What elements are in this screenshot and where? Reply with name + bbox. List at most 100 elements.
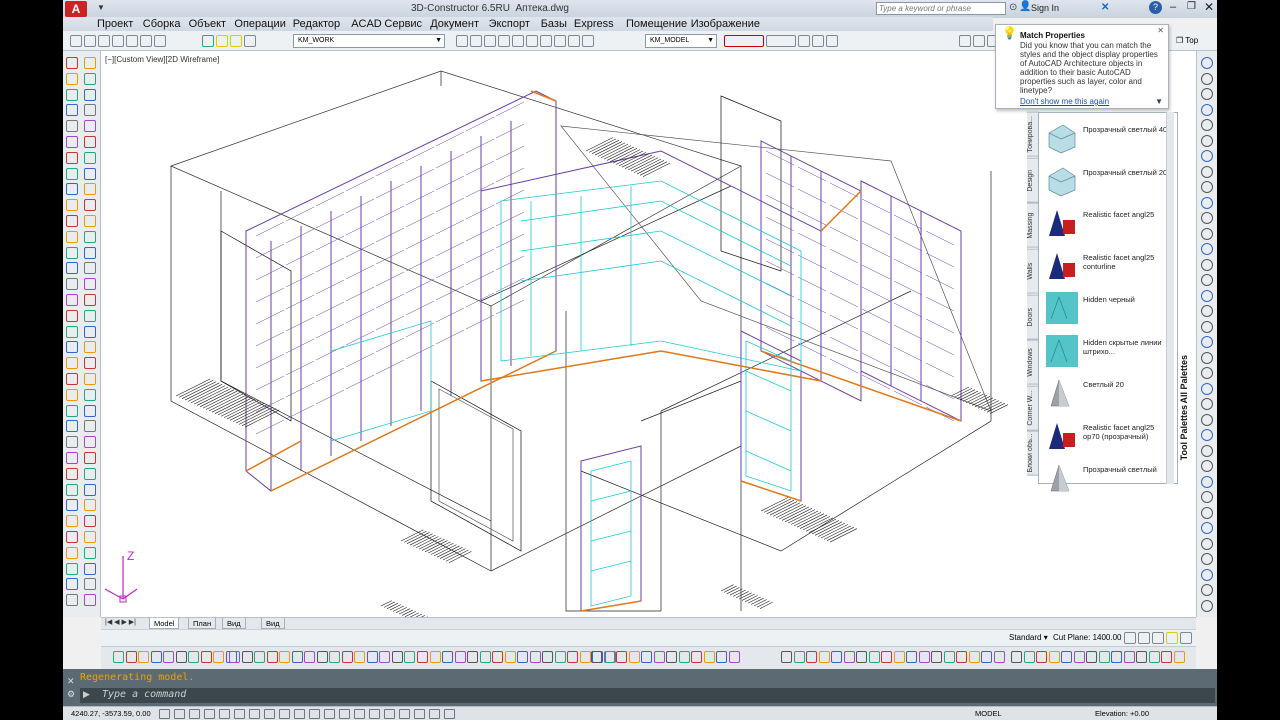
- lineweight-icon[interactable]: [766, 35, 796, 47]
- lightbulb-icon[interactable]: [216, 35, 228, 47]
- zoom-extents-icon[interactable]: [826, 35, 838, 47]
- bottom-tool-icon[interactable]: [188, 651, 199, 663]
- bottom-tool-icon[interactable]: [716, 651, 727, 663]
- left-tool-icon[interactable]: [84, 104, 96, 117]
- layout-tab[interactable]: План: [188, 618, 217, 629]
- tool-palettes-label[interactable]: Tool Palettes: [1179, 405, 1189, 460]
- bottom-tool-icon[interactable]: [1036, 651, 1047, 663]
- menu-item-7[interactable]: Документ: [430, 17, 479, 31]
- annotation-scale-icon[interactable]: [1124, 632, 1136, 644]
- bottom-tool-icon[interactable]: [1048, 651, 1060, 663]
- command-settings-icon[interactable]: ⚙: [67, 689, 75, 700]
- layer-properties-icon[interactable]: [202, 35, 214, 47]
- status-toggle-icon[interactable]: [189, 709, 200, 719]
- close-button[interactable]: ✕: [1204, 0, 1214, 14]
- right-tool-icon[interactable]: [1201, 491, 1213, 503]
- help-icon[interactable]: ?: [1149, 1, 1162, 14]
- bottom-tool-icon[interactable]: [554, 651, 566, 663]
- palette-item[interactable]: Прозрачный светлый 40: [1045, 119, 1173, 159]
- lightbulb-icon[interactable]: [1166, 632, 1178, 644]
- left-tool-icon[interactable]: [66, 120, 78, 133]
- undo-icon[interactable]: [126, 35, 138, 47]
- bottom-tool-icon[interactable]: [1061, 651, 1072, 663]
- left-tool-icon[interactable]: [84, 341, 96, 354]
- left-tool-icon[interactable]: [66, 562, 78, 575]
- bottom-tool-icon[interactable]: [1111, 651, 1122, 663]
- right-tool-icon[interactable]: [1201, 584, 1213, 596]
- status-toggle-icon[interactable]: [279, 709, 290, 719]
- bottom-tool-icon[interactable]: [843, 651, 855, 663]
- bottom-tool-icon[interactable]: [341, 651, 353, 663]
- left-tool-icon[interactable]: [84, 373, 96, 385]
- bottom-tool-icon[interactable]: [213, 651, 224, 663]
- left-tool-icon[interactable]: [66, 499, 78, 512]
- left-tool-icon[interactable]: [84, 578, 96, 591]
- right-tool-icon[interactable]: [1201, 196, 1213, 209]
- left-tool-icon[interactable]: [84, 230, 96, 243]
- bottom-tool-icon[interactable]: [504, 651, 516, 663]
- dim-edit-icon[interactable]: [568, 35, 580, 47]
- status-toggle-icon[interactable]: [309, 709, 320, 719]
- open-icon[interactable]: [84, 35, 96, 47]
- left-tool-icon[interactable]: [84, 120, 96, 133]
- right-tool-icon[interactable]: [1201, 537, 1213, 550]
- bottom-tool-icon[interactable]: [542, 651, 553, 663]
- annotation-visibility-icon[interactable]: [1138, 632, 1150, 644]
- bottom-tool-icon[interactable]: [1073, 651, 1085, 663]
- bottom-tool-icon[interactable]: [968, 651, 980, 663]
- palette-item[interactable]: Прозрачный светлый 20: [1045, 162, 1173, 202]
- status-toggle-icon[interactable]: [234, 709, 245, 719]
- left-tool-icon[interactable]: [84, 88, 96, 101]
- layout-tab[interactable]: Вид 2: [222, 618, 246, 639]
- left-tool-icon[interactable]: [84, 215, 96, 227]
- left-tool-icon[interactable]: [66, 151, 78, 164]
- right-tool-icon[interactable]: [1201, 57, 1213, 69]
- menu-item-6[interactable]: Сервис: [384, 17, 422, 31]
- left-tool-icon[interactable]: [66, 294, 78, 306]
- left-tool-icon[interactable]: [84, 404, 96, 417]
- left-tool-icon[interactable]: [84, 499, 96, 512]
- right-tool-icon[interactable]: [1201, 599, 1213, 612]
- status-toggle-icon[interactable]: [444, 709, 455, 719]
- palette-item[interactable]: Прозрачный светлый: [1045, 459, 1173, 499]
- palette-item[interactable]: Realistic facet angl25 op70 (прозрачный): [1045, 417, 1173, 457]
- left-tool-icon[interactable]: [84, 72, 96, 85]
- bottom-tool-icon[interactable]: [567, 651, 578, 663]
- bottom-tool-icon[interactable]: [366, 651, 378, 663]
- model-space-button[interactable]: MODEL: [975, 709, 1002, 718]
- bottom-tool-icon[interactable]: [653, 651, 665, 663]
- right-tool-icon[interactable]: [1201, 444, 1213, 457]
- bottom-tool-icon[interactable]: [703, 651, 715, 663]
- dim-style-icon[interactable]: [582, 35, 594, 47]
- bottom-tool-icon[interactable]: [603, 651, 615, 663]
- status-toggle-icon[interactable]: [414, 709, 425, 719]
- bottom-tool-icon[interactable]: [138, 651, 149, 663]
- left-tool-icon[interactable]: [66, 388, 78, 401]
- bottom-tool-icon[interactable]: [728, 651, 740, 663]
- bottom-tool-icon[interactable]: [893, 651, 905, 663]
- app-logo[interactable]: A: [65, 1, 87, 17]
- left-tool-icon[interactable]: [84, 420, 96, 433]
- right-tool-icon[interactable]: [1201, 212, 1213, 224]
- refresh-icon[interactable]: [154, 35, 166, 47]
- left-tool-icon[interactable]: [84, 531, 96, 543]
- restore-button[interactable]: ❐: [1187, 1, 1196, 12]
- all-palettes-label[interactable]: All Palettes: [1179, 355, 1189, 404]
- bottom-tool-icon[interactable]: [379, 651, 390, 663]
- save-icon[interactable]: [98, 35, 110, 47]
- layer-dropdown[interactable]: KM_WORK ▼: [293, 34, 445, 48]
- left-tool-icon[interactable]: [84, 467, 96, 480]
- right-tool-icon[interactable]: [1201, 165, 1213, 178]
- status-toggle-icon[interactable]: [429, 709, 440, 719]
- dim-linear-icon[interactable]: [456, 35, 468, 47]
- bottom-tool-icon[interactable]: [175, 651, 187, 663]
- bottom-tool-icon[interactable]: [1011, 651, 1022, 663]
- right-tool-icon[interactable]: [1201, 305, 1213, 317]
- plotstyle-icon[interactable]: [798, 35, 810, 47]
- chevron-down-icon[interactable]: ▼: [1155, 97, 1163, 106]
- left-tool-icon[interactable]: [84, 199, 96, 212]
- bottom-tool-icon[interactable]: [793, 651, 805, 663]
- coordinates[interactable]: 4240.27, -3573.59, 0.00: [71, 709, 151, 718]
- left-tool-icon[interactable]: [84, 246, 96, 259]
- menu-item-9[interactable]: Базы: [541, 17, 567, 31]
